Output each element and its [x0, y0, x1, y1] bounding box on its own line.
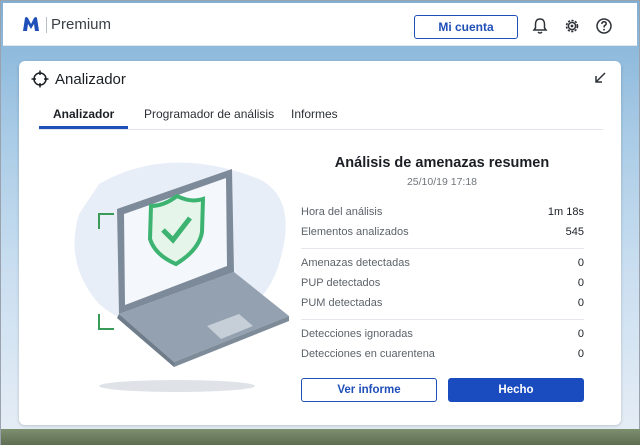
panel-title: Analizador	[55, 71, 126, 88]
tab-scheduler[interactable]: Programador de análisis	[144, 107, 274, 121]
active-tab-indicator	[39, 126, 128, 129]
stat-row: Elementos analizados 545	[301, 226, 584, 242]
header-divider	[46, 17, 47, 33]
stat-label: Elementos analizados	[301, 226, 409, 238]
tab-reports[interactable]: Informes	[291, 107, 338, 121]
stat-label: Detecciones en cuarentena	[301, 348, 435, 360]
stat-value: 0	[577, 328, 584, 340]
stat-label: Hora del análisis	[301, 206, 383, 218]
crosshair-icon	[31, 70, 49, 88]
stat-value: 0	[577, 297, 584, 309]
tab-analizador[interactable]: Analizador	[53, 107, 114, 121]
stat-value: 545	[565, 226, 584, 238]
my-account-button[interactable]: Mi cuenta	[414, 15, 518, 39]
stat-row: PUP detectados 0	[301, 277, 584, 293]
section-divider	[301, 319, 584, 320]
help-icon[interactable]	[595, 17, 613, 35]
section-divider	[301, 248, 584, 249]
done-button[interactable]: Hecho	[448, 378, 584, 402]
stat-row: Detecciones en cuarentena 0	[301, 348, 584, 364]
stat-label: Detecciones ignoradas	[301, 328, 413, 340]
top-bar: Premium Mi cuenta	[3, 3, 637, 46]
minimize-arrow-icon[interactable]	[593, 71, 607, 85]
malwarebytes-logo-icon	[23, 17, 39, 31]
gear-icon[interactable]	[563, 17, 581, 35]
desktop-background-strip	[1, 429, 640, 445]
scan-summary-panel: Analizador Analizador Programador de aná…	[19, 61, 621, 425]
stat-value: 0	[577, 277, 584, 289]
stat-value: 0	[577, 257, 584, 269]
stat-row: Amenazas detectadas 0	[301, 257, 584, 273]
view-report-button[interactable]: Ver informe	[301, 378, 437, 402]
stat-value: 1m 18s	[547, 206, 584, 218]
stat-row: Detecciones ignoradas 0	[301, 328, 584, 344]
stat-label: PUM detectadas	[301, 297, 383, 309]
product-name: Premium	[51, 16, 112, 33]
stat-label: Amenazas detectadas	[301, 257, 410, 269]
summary-title: Análisis de amenazas resumen	[334, 155, 550, 171]
app-window: Premium Mi cuenta Analizador Analizador …	[0, 0, 640, 445]
stat-row: Hora del análisis 1m 18s	[301, 206, 584, 222]
laptop-shield-illustration	[74, 162, 289, 392]
stat-row: PUM detectadas 0	[301, 297, 584, 313]
tab-bar: Analizador Programador de análisis Infor…	[39, 105, 603, 130]
scan-date: 25/10/19 17:18	[406, 176, 478, 188]
stat-label: PUP detectados	[301, 277, 381, 289]
bell-icon[interactable]	[531, 17, 549, 35]
stat-value: 0	[577, 348, 584, 360]
